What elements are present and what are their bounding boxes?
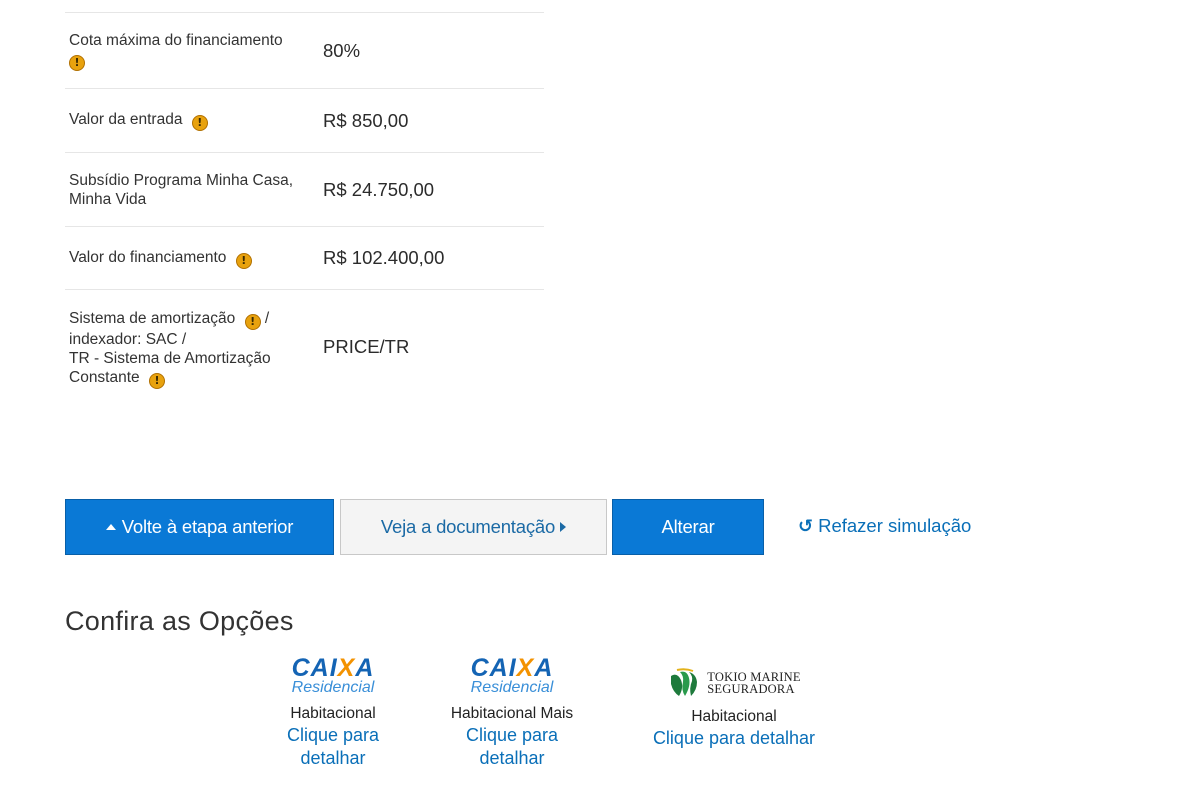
indexer-label: indexador: SAC / [69,331,187,348]
tokio-marine-emblem-icon [668,667,701,699]
down-payment-value: R$ 850,00 [323,109,409,131]
subsidy-label: Subsídio Programa Minha Casa, Minha Vida [69,171,294,208]
view-documentation-label: Veja a documentação [380,516,556,537]
caixa-wordmark: CAIXA [291,654,375,682]
summary-row: Sistema de amortização ! / indexador: SA… [65,290,544,404]
options-title: Confira as Opções [65,606,294,636]
option-name: Habitacional [691,708,777,725]
summary-row: Valor do financiamento ! R$ 102.400,00 [65,227,544,290]
view-documentation-button[interactable]: Veja a documentação [340,499,607,555]
option-card[interactable]: CAIXA Residencial Habitacional Mais Cliq… [438,656,586,770]
reload-icon: ↺ [798,515,814,537]
max-financing-value: 80% [323,39,361,61]
warning-icon[interactable]: ! [244,314,261,330]
subsidy-value: R$ 24.750,00 [323,178,435,200]
summary-row: Subsídio Programa Minha Casa, Minha Vida… [65,153,544,227]
option-detail-link[interactable]: Clique para detalhar [278,724,388,770]
summary-row: Valor da entrada ! R$ 850,00 [65,89,544,153]
warning-icon[interactable]: ! [191,115,208,131]
caixa-wordmark: CAIXA [470,654,554,682]
warning-icon[interactable]: ! [235,252,252,269]
option-card[interactable]: TOKIO MARINE SEGURADORA Habitacional Cli… [640,662,828,750]
option-name: Habitacional Mais [450,705,574,722]
page: Cota máxima do financiamento ! 80% Valor… [0,0,1200,800]
financing-amount-value: R$ 102.400,00 [323,247,445,268]
back-step-button[interactable]: Volte à etapa anterior [65,499,334,555]
max-financing-label: Cota máxima do financiamento [69,31,283,49]
alter-label: Alterar [661,516,715,537]
summary-label: Cota máxima do financiamento ! [65,31,317,71]
amortization-label: Sistema de amortização [69,310,236,327]
amortization-system-label: TR - Sistema de Amortização Constante [69,350,271,386]
financing-amount-label: Valor do financiamento [69,248,227,266]
caret-up-icon [105,524,116,530]
caixa-residencial-logo: CAIXA Residencial [268,656,398,696]
option-detail-link[interactable]: Clique para detalhar [640,727,828,750]
back-step-label: Volte à etapa anterior [121,516,294,537]
caret-right-icon [560,522,567,532]
warning-icon[interactable]: ! [69,54,85,71]
redo-simulation-label: Refazer simulação [818,515,972,536]
option-detail-link[interactable]: Clique para detalhar [457,724,567,770]
summary-label: Valor do financiamento ! [65,248,317,269]
option-card[interactable]: CAIXA Residencial Habitacional Clique pa… [268,656,398,770]
alter-button[interactable]: Alterar [612,499,764,555]
tokio-marine-logo: TOKIO MARINE SEGURADORA [640,662,828,704]
amortization-value: PRICE/TR [323,336,410,357]
warning-icon[interactable]: ! [148,373,165,389]
residencial-wordmark: Residencial [470,679,554,696]
summary-label: Sistema de amortização ! / indexador: SA… [65,305,317,389]
option-name: Habitacional [290,705,376,722]
summary-row: Cota máxima do financiamento ! 80% [65,13,544,89]
residencial-wordmark: Residencial [291,679,375,696]
redo-simulation-link[interactable]: ↺ Refazer simulação [798,515,971,537]
tokio-marine-wordmark: TOKIO MARINE SEGURADORA [707,670,801,696]
summary-label: Valor da entrada ! [65,110,317,131]
caixa-residencial-logo: CAIXA Residencial [438,656,586,696]
financing-summary-table: Cota máxima do financiamento ! 80% Valor… [65,12,544,404]
down-payment-label: Valor da entrada [69,111,183,128]
separator-text: / [264,310,270,327]
